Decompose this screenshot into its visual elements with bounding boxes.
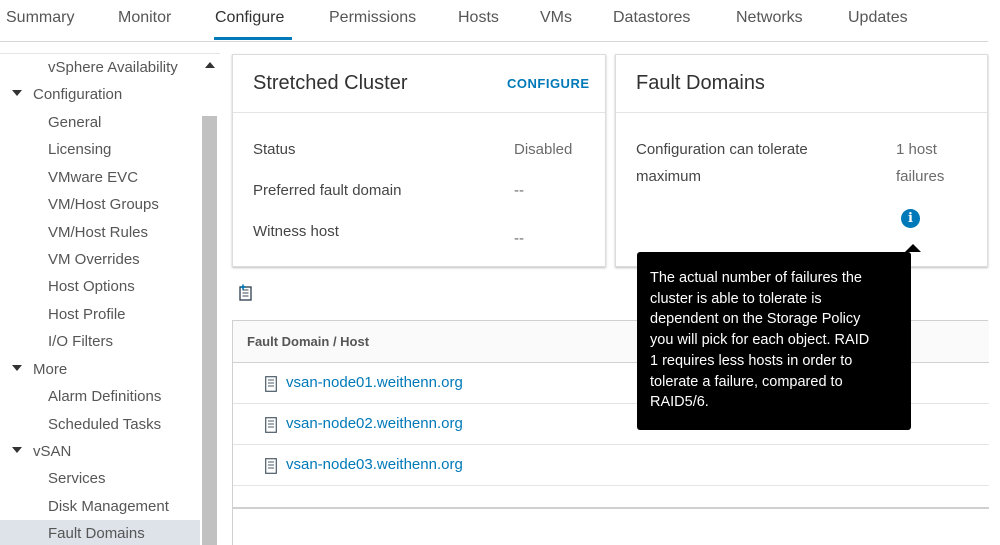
info-icon[interactable]: i [901,209,920,228]
chevron-down-icon [12,365,22,372]
card-title: Stretched Cluster [253,72,408,94]
tooltip-line: cluster is able to tolerate is [650,290,822,307]
sidebar-group-label: Configuration [33,86,123,103]
preferred-fault-domain-label: Preferred fault domain [253,182,402,199]
host-document-icon [265,458,277,474]
status-label: Status [253,141,296,158]
tab-vms[interactable]: VMs [540,9,572,27]
card-divider [233,112,605,113]
fault-tolerance-tooltip: The actual number of failures the cluste… [637,244,921,430]
tooltip-line: dependent on the Storage Policy [650,311,861,328]
tab-summary[interactable]: Summary [6,9,74,27]
active-tab-indicator [214,37,292,40]
host-document-icon [265,417,277,433]
add-fault-domain-icon[interactable] [239,284,253,301]
tab-monitor[interactable]: Monitor [118,9,171,27]
table-row[interactable]: vsan-node03.weithenn.org [233,445,989,486]
chevron-down-icon [12,90,22,97]
preferred-fault-domain-value: -- [514,182,524,199]
card-title: Fault Domains [636,72,765,94]
tab-configure[interactable]: Configure [215,9,284,27]
tooltip-line: 1 requires less hosts in order to [650,352,853,369]
tooltip-text: The actual number of failures the cluste… [650,268,899,413]
top-tab-bar: Summary Monitor Configure Permissions Ho… [0,0,988,42]
tolerate-value-line2: failures [896,168,945,185]
sidebar-item-host-profile[interactable]: Host Profile [48,306,126,323]
sidebar-item-services[interactable]: Services [48,470,106,487]
sidebar-item-vsphere-availability[interactable]: vSphere Availability [48,59,178,76]
tolerate-value-line1: 1 host [896,141,937,158]
tab-permissions[interactable]: Permissions [329,9,416,27]
stretched-cluster-card: Stretched Cluster CONFIGURE Status Disab… [232,54,606,267]
sidebar-item-vm-host-rules[interactable]: VM/Host Rules [48,224,148,241]
scroll-up-arrow-icon[interactable] [205,62,215,68]
sidebar-item-disk-management[interactable]: Disk Management [48,498,169,515]
sidebar-group-configuration[interactable]: Configuration [12,86,122,103]
tooltip-line: tolerate a failure, compared to [650,373,843,390]
tab-networks[interactable]: Networks [736,9,803,27]
sidebar-item-alarm-definitions[interactable]: Alarm Definitions [48,388,161,405]
status-value: Disabled [514,141,573,158]
sidebar-item-general[interactable]: General [48,114,101,131]
host-document-icon [265,376,277,392]
card-divider [616,112,987,113]
fault-domains-card: Fault Domains Configuration can tolerate… [615,54,988,267]
sidebar-group-vsan[interactable]: vSAN [12,443,71,460]
tab-hosts[interactable]: Hosts [458,9,499,27]
tolerate-label-line2: maximum [636,168,702,185]
table-footer-divider [233,507,989,509]
sidebar-item-io-filters[interactable]: I/O Filters [48,333,113,350]
sidebar-item-vmware-evc[interactable]: VMware EVC [48,169,138,186]
tooltip-line: The actual number of failures the [650,270,862,286]
chevron-down-icon [12,447,22,454]
sidebar-group-label: vSAN [33,443,72,460]
column-header-fault-domain-host[interactable]: Fault Domain / Host [247,334,369,349]
sidebar-item-host-options[interactable]: Host Options [48,278,135,295]
tooltip-line: RAID5/6. [650,394,709,411]
tolerate-label-line1: Configuration can tolerate [636,141,808,158]
sidebar-group-label: More [33,361,68,378]
sidebar-item-vm-host-groups[interactable]: VM/Host Groups [48,196,159,213]
tooltip-line: you will pick for each object. RAID [650,332,870,349]
tab-updates[interactable]: Updates [848,9,908,27]
configure-stretched-cluster-button[interactable]: CONFIGURE [507,76,590,91]
tab-datastores[interactable]: Datastores [613,9,690,27]
sidebar-item-licensing[interactable]: Licensing [48,141,111,158]
sidebar-group-more[interactable]: More [12,361,67,378]
host-link[interactable]: vsan-node03.weithenn.org [286,456,463,473]
sidebar-scroll-thumb[interactable] [202,116,217,545]
sidebar-item-fault-domains[interactable]: Fault Domains [48,525,145,542]
witness-host-value: -- [514,230,524,247]
sidebar-item-scheduled-tasks[interactable]: Scheduled Tasks [48,416,161,433]
witness-host-label: Witness host [253,223,339,240]
sidebar-item-vm-overrides[interactable]: VM Overrides [48,251,140,268]
host-link[interactable]: vsan-node01.weithenn.org [286,374,463,391]
host-link[interactable]: vsan-node02.weithenn.org [286,415,463,432]
configure-sidebar: vSphere Availability Configuration Gener… [0,53,220,545]
